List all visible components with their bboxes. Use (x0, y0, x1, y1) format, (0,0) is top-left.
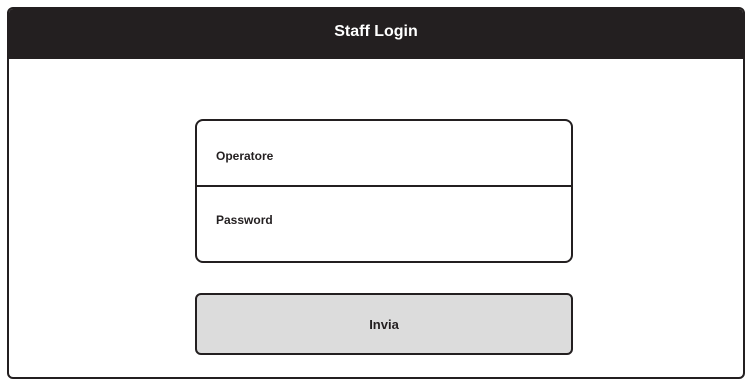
window-title: Staff Login (334, 23, 418, 40)
login-window: Staff Login Operatore Password Invia (7, 7, 745, 379)
operator-input[interactable] (197, 121, 571, 185)
login-fields-box: Operatore Password (195, 119, 573, 263)
submit-button-label: Invia (369, 316, 399, 332)
title-bar: Staff Login (9, 9, 743, 59)
submit-button[interactable]: Invia (195, 293, 573, 355)
operator-field[interactable]: Operatore (197, 121, 571, 187)
password-input[interactable] (197, 187, 571, 261)
password-field[interactable]: Password (197, 187, 571, 261)
